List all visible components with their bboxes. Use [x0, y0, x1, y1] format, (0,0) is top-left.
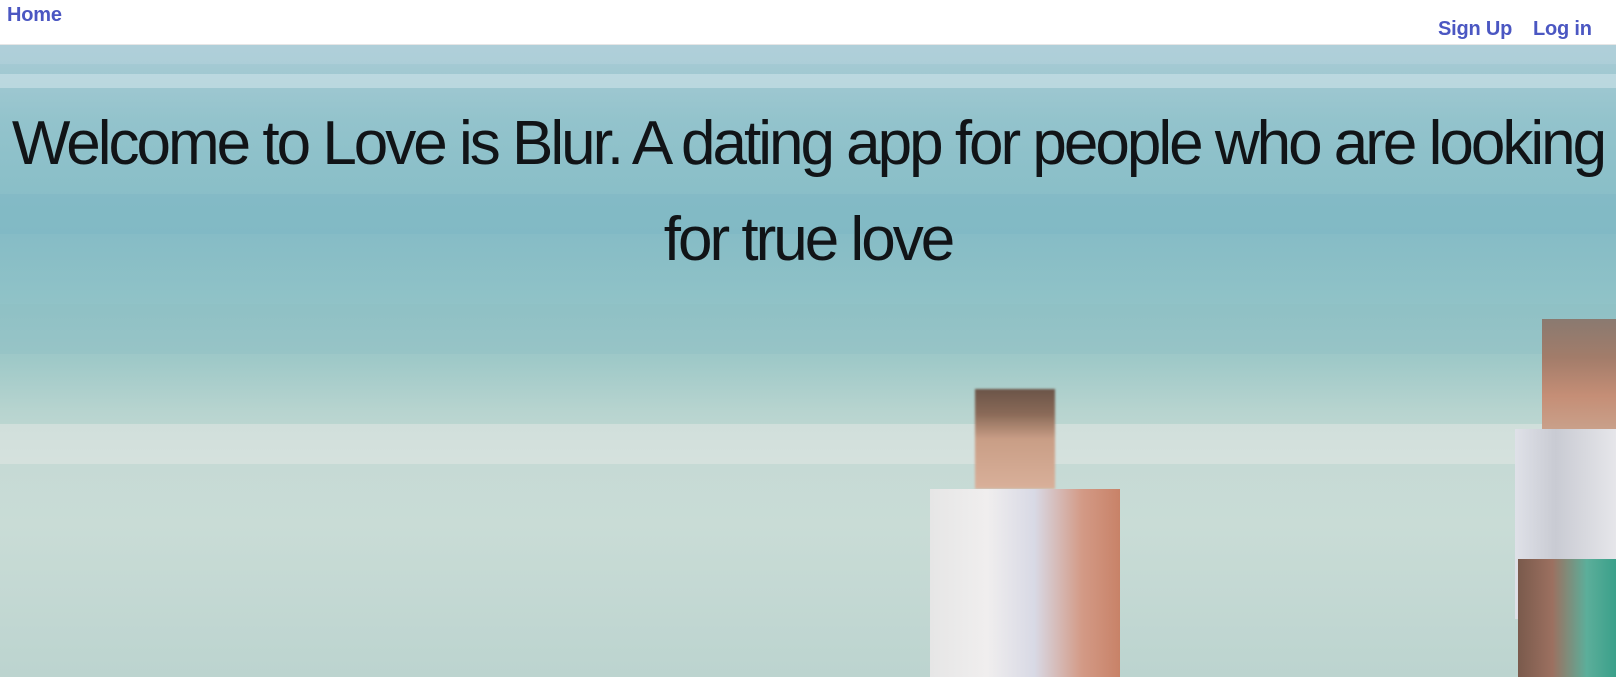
hero-background-band — [0, 424, 1616, 464]
blurred-person-head — [975, 389, 1055, 489]
hero-background-band — [0, 304, 1616, 354]
hero-headline: Welcome to Love is Blur. A dating app fo… — [11, 109, 1607, 274]
blurred-person-head — [1542, 319, 1616, 429]
blurred-person-legs — [1518, 559, 1616, 677]
hero-section: Welcome to Love is Blur. A dating app fo… — [0, 44, 1616, 677]
signup-link[interactable]: Sign Up — [1438, 18, 1512, 41]
hero-background-band — [0, 44, 1616, 64]
login-link[interactable]: Log in — [1533, 18, 1592, 41]
home-link[interactable]: Home — [7, 4, 62, 27]
blurred-person-body — [930, 489, 1120, 677]
top-navbar: Home Sign Up Log in — [0, 0, 1616, 45]
hero-background-band — [0, 74, 1616, 88]
